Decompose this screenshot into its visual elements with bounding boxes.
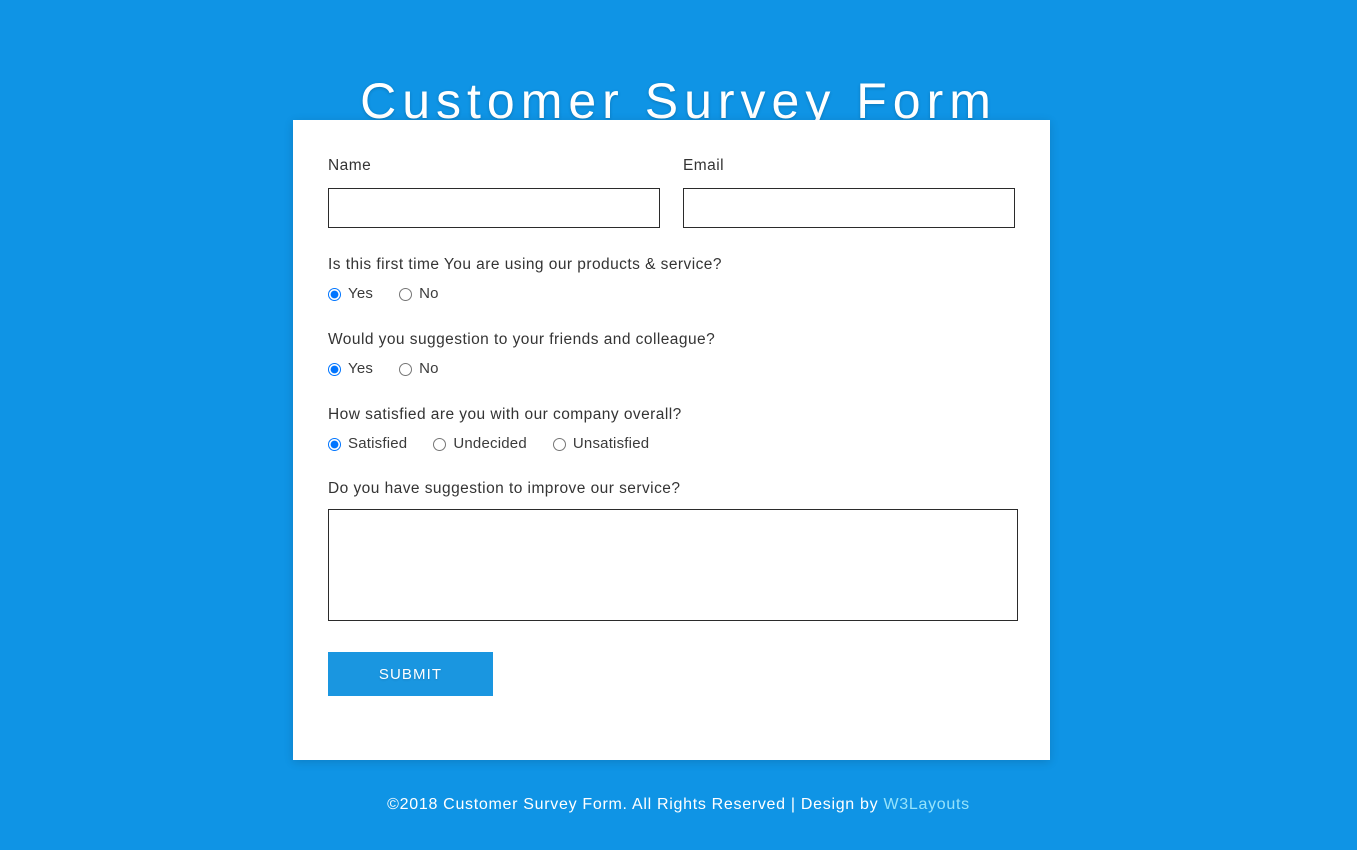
survey-page: Customer Survey Form Name Email Is this … [0, 0, 1357, 850]
survey-form: Name Email Is this first time You are us… [293, 120, 1050, 696]
radio-label-2-1: No [419, 360, 439, 377]
email-field-group: Email [683, 156, 1015, 228]
radio-label-3-1: Undecided [453, 435, 527, 452]
radio-input-1-1[interactable] [399, 287, 413, 301]
radio-option-1-0[interactable]: Yes [328, 285, 373, 303]
radio-input-3-2[interactable] [552, 437, 566, 451]
radio-label-1-0: Yes [348, 285, 374, 302]
radio-option-1-1[interactable]: No [399, 285, 439, 303]
submit-button[interactable]: SUBMIT [328, 652, 493, 696]
radio-input-1-0[interactable] [328, 287, 341, 301]
survey-form-card: Name Email Is this first time You are us… [293, 120, 1050, 760]
radio-group-2: Yes No [328, 360, 1015, 378]
footer-text: ©2018 Customer Survey Form. All Rights R… [387, 796, 884, 813]
suggestion-block: Do you have suggestion to improve our se… [328, 479, 1018, 621]
footer-brand-link[interactable]: W3Layouts [884, 796, 970, 813]
name-label: Name [328, 157, 372, 174]
email-input[interactable] [683, 188, 1015, 228]
radio-input-2-1[interactable] [399, 362, 413, 376]
name-email-row: Name Email [328, 156, 1015, 228]
radio-option-2-0[interactable]: Yes [328, 360, 373, 378]
name-input[interactable] [328, 188, 660, 228]
suggestion-label: Do you have suggestion to improve our se… [328, 480, 681, 497]
question-block-1: Is this first time You are using our pro… [328, 255, 1015, 303]
radio-label-3-0: Satisfied [348, 435, 408, 452]
footer: ©2018 Customer Survey Form. All Rights R… [0, 793, 1357, 817]
question-label-2: Would you suggestion to your friends and… [328, 331, 716, 348]
radio-input-3-0[interactable] [328, 437, 341, 451]
radio-option-3-0[interactable]: Satisfied [328, 435, 407, 453]
question-label-3: How satisfied are you with our company o… [328, 406, 682, 423]
radio-label-1-1: No [419, 285, 439, 302]
radio-group-3: Satisfied Undecided Unsatisfied [328, 435, 1015, 453]
radio-option-3-2[interactable]: Unsatisfied [552, 435, 650, 453]
question-block-2: Would you suggestion to your friends and… [328, 330, 1015, 378]
radio-option-3-1[interactable]: Undecided [433, 435, 527, 453]
email-label: Email [683, 157, 725, 174]
question-block-3: How satisfied are you with our company o… [328, 405, 1015, 453]
suggestion-textarea[interactable] [328, 509, 1018, 621]
question-label-1: Is this first time You are using our pro… [328, 256, 722, 273]
radio-label-3-2: Unsatisfied [572, 435, 650, 452]
radio-group-1: Yes No [328, 285, 1015, 303]
radio-label-2-0: Yes [348, 360, 374, 377]
name-field-group: Name [328, 156, 660, 228]
radio-input-3-1[interactable] [433, 437, 447, 451]
radio-option-2-1[interactable]: No [399, 360, 439, 378]
submit-row: SUBMIT [328, 652, 1015, 696]
radio-input-2-0[interactable] [328, 362, 341, 376]
